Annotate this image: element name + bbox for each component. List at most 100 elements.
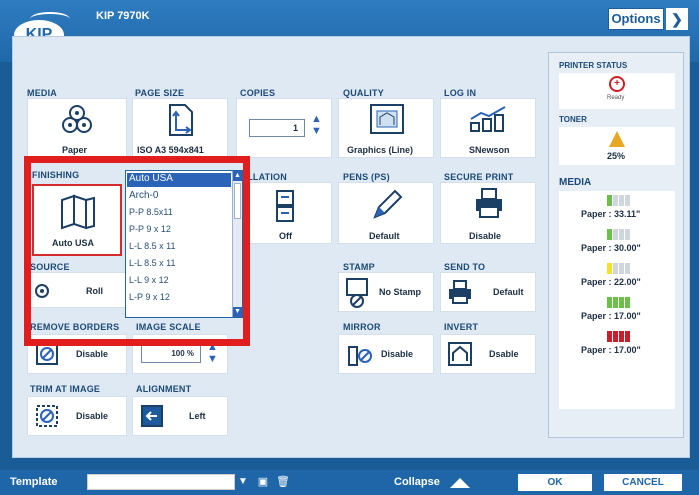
roll-level-segment xyxy=(625,229,630,240)
trim-disable-icon xyxy=(36,405,58,427)
roll-level-segment xyxy=(619,263,624,274)
delete-template-icon[interactable]: 🗑 xyxy=(276,475,290,489)
template-dropdown-icon[interactable]: ▼ xyxy=(236,474,250,490)
roll-level-segment xyxy=(613,195,618,206)
annotation-highlight-frame xyxy=(24,156,250,346)
accounting-chart-icon xyxy=(470,106,506,132)
collation-card[interactable]: Off xyxy=(236,182,332,244)
alignment-label: ALIGNMENT xyxy=(136,384,192,394)
pen-icon xyxy=(373,189,403,219)
copies-value: 1 xyxy=(292,123,298,133)
roll-icon xyxy=(35,284,49,298)
alignment-value: Left xyxy=(189,411,206,421)
collation-value: Off xyxy=(279,231,292,241)
image-scale-value: 100 % xyxy=(171,349,194,358)
page-size-value: ISO A3 594x841 xyxy=(137,145,204,155)
stamp-label: STAMP xyxy=(343,262,375,272)
trim-at-image-label: TRIM AT IMAGE xyxy=(30,384,101,394)
mirror-card[interactable]: Disable xyxy=(338,334,434,374)
roll-size-text: Paper : 33.11" xyxy=(581,209,641,219)
roll-level-segment xyxy=(625,195,630,206)
roll-level-segment xyxy=(607,229,612,240)
roll-size-text: Paper : 30.00" xyxy=(581,243,641,253)
collapse-chevron-icon[interactable] xyxy=(450,478,470,488)
page-size-card[interactable]: ISO A3 594x841 xyxy=(132,98,228,158)
media-label: MEDIA xyxy=(27,88,57,98)
send-to-value: Default xyxy=(493,287,524,297)
quality-image-icon xyxy=(370,104,404,134)
copies-label: COPIES xyxy=(240,88,276,98)
quality-label: QUALITY xyxy=(343,88,384,98)
toner-card: 25% xyxy=(559,127,675,165)
roll-size-text: Paper : 17.00" xyxy=(581,311,641,321)
copies-input[interactable]: 1 xyxy=(249,119,305,137)
roll-level-segment xyxy=(607,195,612,206)
roll-level-segment xyxy=(625,263,630,274)
invert-value: Dsable xyxy=(489,349,519,359)
image-scale-input[interactable]: 100 % xyxy=(141,345,201,363)
trim-at-image-card[interactable]: Disable xyxy=(27,396,127,436)
template-label: Template xyxy=(10,476,58,488)
media-card[interactable]: Paper xyxy=(27,98,127,158)
media-rolls-icon xyxy=(62,105,92,133)
printer-icon xyxy=(476,188,502,218)
roll-level-bar xyxy=(607,331,630,342)
status-panel: PRINTER STATUS + Ready TONER 25% MEDIA P… xyxy=(548,52,684,438)
quality-value: Graphics (Line) xyxy=(347,145,414,155)
pens-label: PENS (PS) xyxy=(343,172,390,182)
roll-level-segment xyxy=(613,297,618,308)
roll-level-bar xyxy=(607,297,630,308)
invert-card[interactable]: Dsable xyxy=(440,334,536,374)
collapse-label[interactable]: Collapse xyxy=(394,476,440,488)
printer-status-label: PRINTER STATUS xyxy=(559,61,628,70)
roll-level-segment xyxy=(619,331,624,342)
log-in-value: SNewson xyxy=(469,145,510,155)
options-button[interactable]: Options xyxy=(608,8,664,30)
media-value: Paper xyxy=(62,145,88,155)
roll-level-segment xyxy=(613,331,618,342)
roll-level-segment xyxy=(607,331,612,342)
secure-print-label: SECURE PRINT xyxy=(444,172,514,182)
stamp-card[interactable]: No Stamp xyxy=(338,272,434,312)
send-to-printer-icon xyxy=(449,280,471,304)
roll-level-segment xyxy=(619,297,624,308)
stamp-icon xyxy=(346,278,368,308)
log-in-card[interactable]: SNewson xyxy=(440,98,536,158)
page-size-label: PAGE SIZE xyxy=(135,88,185,98)
options-arrow-icon[interactable]: ❯ xyxy=(666,8,688,30)
media-rolls-card: Paper : 33.11" Paper : 30.00" Paper : 22… xyxy=(559,191,675,409)
align-left-icon xyxy=(141,405,163,427)
roll-level-segment xyxy=(613,263,618,274)
template-select[interactable] xyxy=(87,474,235,490)
roll-size-text: Paper : 22.00" xyxy=(581,277,641,287)
copies-stepper-icon[interactable]: ▲ ▼ xyxy=(311,113,322,137)
roll-size-text: Paper : 17.00" xyxy=(581,345,641,355)
roll-level-bar xyxy=(607,229,630,240)
trim-at-image-value: Disable xyxy=(76,411,109,421)
bottom-toolbar: Template ▼ ▣ 🗑 Collapse OK CANCEL xyxy=(0,470,699,495)
secure-print-value: Disable xyxy=(469,231,502,241)
quality-card[interactable]: Graphics (Line) xyxy=(338,98,434,158)
roll-level-segment xyxy=(607,297,612,308)
printer-status-card: + Ready xyxy=(559,73,675,109)
roll-level-segment xyxy=(625,331,630,342)
printer-status-value: Ready xyxy=(607,95,625,101)
mirror-value: Disable xyxy=(381,349,414,359)
send-to-card[interactable]: Default xyxy=(440,272,536,312)
invert-label: INVERT xyxy=(444,322,479,332)
toner-icon xyxy=(609,131,625,147)
send-to-label: SEND TO xyxy=(444,262,486,272)
cancel-button[interactable]: CANCEL xyxy=(604,474,682,491)
pens-card[interactable]: Default xyxy=(338,182,434,244)
alignment-card[interactable]: Left xyxy=(132,396,228,436)
save-template-icon[interactable]: ▣ xyxy=(257,475,269,489)
roll-level-segment xyxy=(619,229,624,240)
ok-button[interactable]: OK xyxy=(518,474,592,491)
secure-print-card[interactable]: Disable xyxy=(440,182,536,244)
roll-level-segment xyxy=(619,195,624,206)
log-in-label: LOG IN xyxy=(444,88,477,98)
status-ready-icon: + xyxy=(609,76,625,92)
invert-icon xyxy=(448,342,472,366)
printer-model: KIP 7970K xyxy=(96,10,150,22)
mirror-icon xyxy=(348,346,372,366)
